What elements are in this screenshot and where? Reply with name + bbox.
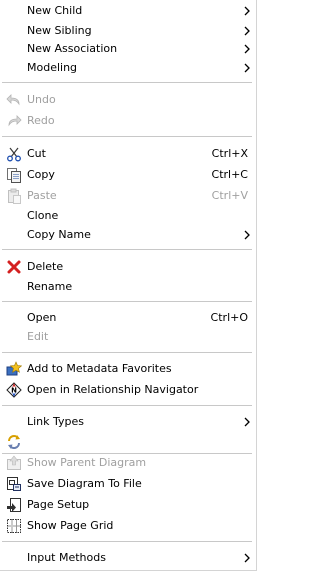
submenu-arrow-icon [244,26,250,36]
svg-text:N: N [11,387,17,395]
menu-item-label: New Association [27,42,118,55]
context-menu: New Child New Sibling New Association Mo… [0,0,257,571]
menu-separator [2,136,252,138]
copy-icon [6,167,22,183]
menu-item-label: Open [27,311,57,324]
menu-item-label: Show Page Grid [27,519,114,532]
menu-item-label: Copy Name [27,228,91,241]
menu-separator [2,352,252,354]
menu-item-label: Undo [27,93,56,106]
menu-item-copy[interactable]: Copy Ctrl+C [0,165,256,185]
menu-item-edit[interactable]: Edit [0,327,256,347]
menu-item-label: New Child [27,4,83,17]
menu-item-label: Input Methods [27,551,106,564]
menu-item-add-to-favorites[interactable]: Add to Metadata Favorites [0,359,256,379]
submenu-arrow-icon [244,230,250,240]
menu-item-label: Cut [27,147,46,160]
menu-item-modeling[interactable]: Modeling [0,58,256,78]
menu-item-label: Save Diagram To File [27,477,142,490]
submenu-arrow-icon [244,44,250,54]
menu-item-undo[interactable]: Undo [0,90,256,110]
shortcut-label: Ctrl+V [211,189,248,202]
menu-item-paste[interactable]: Paste Ctrl+V [0,186,256,206]
delete-icon [6,259,22,275]
relationship-navigator-icon: N [6,382,22,398]
menu-item-delete[interactable]: Delete [0,257,256,277]
redo-icon [6,113,22,129]
scissors-icon [6,146,22,162]
menu-item-label: Delete [27,260,64,273]
parent-diagram-icon [6,455,22,471]
menu-item-refresh[interactable] [0,432,256,452]
menu-item-label: Show Parent Diagram [27,456,147,469]
menu-item-show-parent-diagram[interactable]: Show Parent Diagram [0,453,256,473]
menu-item-label: Clone [27,209,59,222]
menu-separator [2,405,252,407]
shortcut-label: Ctrl+C [211,168,248,181]
menu-item-label: Modeling [27,61,78,74]
menu-separator [2,82,252,84]
menu-item-copy-name[interactable]: Copy Name [0,225,256,245]
submenu-arrow-icon [244,6,250,16]
submenu-arrow-icon [244,553,250,563]
menu-item-page-setup[interactable]: Page Setup [0,495,256,515]
favorites-star-icon [6,361,22,377]
submenu-arrow-icon [244,63,250,73]
menu-item-new-association[interactable]: New Association [0,39,256,59]
refresh-icon [6,434,22,450]
menu-item-new-child[interactable]: New Child [0,1,256,21]
menu-separator [2,541,252,543]
menu-item-label: Paste [27,189,57,202]
menu-item-input-methods[interactable]: Input Methods [0,548,256,568]
menu-item-rename[interactable]: Rename [0,277,256,297]
menu-item-label: Redo [27,114,55,127]
menu-item-label: Page Setup [27,498,90,511]
menu-item-open-relationship-navigator[interactable]: N Open in Relationship Navigator [0,380,256,400]
undo-icon [6,92,22,108]
shortcut-label: Ctrl+X [211,147,248,160]
menu-item-label: Add to Metadata Favorites [27,362,172,375]
menu-item-cut[interactable]: Cut Ctrl+X [0,144,256,164]
menu-item-redo[interactable]: Redo [0,111,256,131]
page-setup-icon [6,497,22,513]
menu-item-show-page-grid[interactable]: Show Page Grid [0,516,256,536]
menu-item-new-sibling[interactable]: New Sibling [0,21,256,41]
submenu-arrow-icon [244,417,250,427]
menu-separator [2,249,252,251]
menu-item-clone[interactable]: Clone [0,206,256,226]
menu-item-label: Edit [27,330,49,343]
menu-item-label: Open in Relationship Navigator [27,383,199,396]
menu-separator [2,301,252,303]
paste-icon [6,188,22,204]
shortcut-label: Ctrl+O [210,311,248,324]
menu-item-label: Rename [27,280,73,293]
menu-item-label: Link Types [27,415,85,428]
menu-item-link-types[interactable]: Link Types [0,412,256,432]
save-diagram-icon [6,476,22,492]
menu-item-save-diagram[interactable]: Save Diagram To File [0,474,256,494]
menu-item-label: New Sibling [27,24,92,37]
menu-item-open[interactable]: Open Ctrl+O [0,308,256,328]
menu-item-label: Copy [27,168,55,181]
page-grid-icon [6,518,22,534]
